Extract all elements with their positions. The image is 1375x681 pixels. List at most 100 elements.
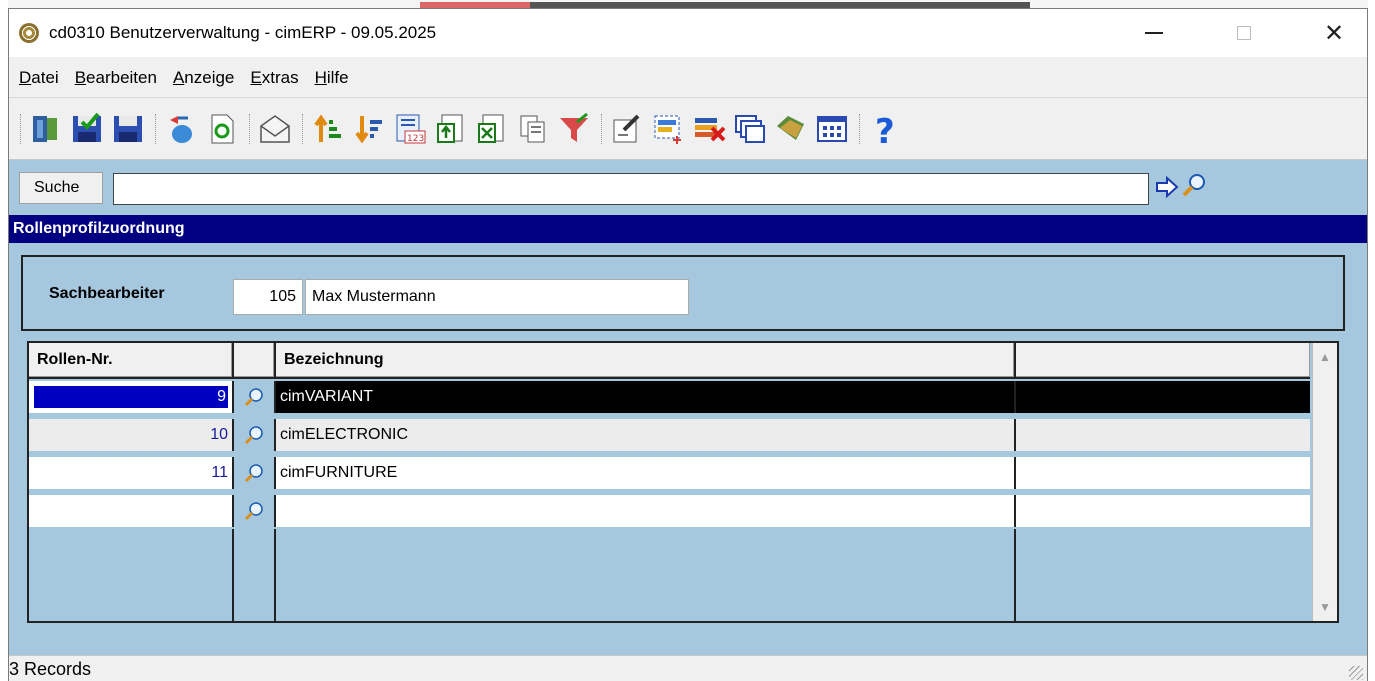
sachbearbeiter-group: Sachbearbeiter 105 Max Mustermann bbox=[21, 255, 1345, 331]
record-count: 3 Records bbox=[9, 658, 92, 679]
windows-button[interactable] bbox=[731, 109, 769, 149]
resize-grip-icon[interactable] bbox=[1349, 666, 1363, 680]
properties-button[interactable] bbox=[608, 109, 646, 149]
mail-icon bbox=[260, 114, 290, 143]
minimize-button[interactable] bbox=[1109, 9, 1199, 57]
magnifier-icon[interactable] bbox=[1181, 172, 1207, 198]
toolbar: 123 ? bbox=[9, 97, 1367, 159]
column-header-bezeichnung[interactable]: Bezeichnung bbox=[276, 343, 1016, 379]
search-go-arrow-icon[interactable] bbox=[1155, 176, 1179, 198]
menu-anzeige[interactable]: Anzeige bbox=[173, 68, 234, 88]
reload-button[interactable] bbox=[203, 109, 241, 149]
table-row[interactable]: 11 cimFURNITURE bbox=[29, 457, 1310, 489]
copy-button[interactable] bbox=[514, 109, 552, 149]
app-window: cd0310 Benutzerverwaltung - cimERP - 09.… bbox=[8, 8, 1368, 681]
menu-hilfe[interactable]: Hilfe bbox=[315, 68, 349, 88]
menu-bar: Datei Bearbeiten Anzeige Extras Hilfe bbox=[9, 59, 1367, 97]
export-button[interactable] bbox=[473, 109, 511, 149]
column-header-rollen-nr[interactable]: Rollen-Nr. bbox=[29, 343, 234, 379]
extra-cell[interactable] bbox=[1016, 495, 1310, 527]
bezeichnung-cell[interactable]: cimELECTRONIC bbox=[276, 419, 1016, 451]
tag-button[interactable] bbox=[772, 109, 810, 149]
select-area-button[interactable] bbox=[649, 109, 687, 149]
menu-bearbeiten[interactable]: Bearbeiten bbox=[75, 68, 157, 88]
extra-cell[interactable] bbox=[1016, 381, 1310, 413]
search-label: Suche bbox=[19, 172, 103, 204]
status-bar: 3 Records bbox=[9, 655, 1367, 681]
close-button[interactable]: ✕ bbox=[1289, 9, 1375, 57]
toolbar-separator bbox=[20, 113, 22, 144]
sachbearbeiter-number-field[interactable]: 105 bbox=[233, 279, 303, 315]
mail-button[interactable] bbox=[256, 109, 294, 149]
minimize-icon bbox=[1145, 32, 1163, 34]
lookup-cell[interactable] bbox=[234, 419, 276, 451]
help-icon: ? bbox=[875, 112, 895, 146]
rollen-nr-cell[interactable]: 9 bbox=[29, 381, 234, 413]
properties-icon bbox=[613, 114, 640, 142]
maximize-button[interactable] bbox=[1199, 9, 1289, 57]
vertical-scrollbar[interactable]: ▲ ▼ bbox=[1312, 343, 1337, 621]
table-row-new[interactable] bbox=[29, 495, 1310, 527]
exit-icon bbox=[33, 115, 57, 142]
help-button[interactable]: ? bbox=[866, 109, 904, 149]
magnifier-icon[interactable] bbox=[244, 425, 264, 445]
toolbar-separator bbox=[155, 113, 157, 144]
svg-text:123: 123 bbox=[407, 134, 424, 144]
window-top-edge bbox=[8, 0, 1368, 8]
magnifier-icon[interactable] bbox=[244, 387, 264, 407]
bezeichnung-cell[interactable]: cimVARIANT bbox=[276, 381, 1016, 413]
content-panel: Sachbearbeiter 105 Max Mustermann Rollen… bbox=[9, 243, 1367, 655]
sachbearbeiter-label: Sachbearbeiter bbox=[49, 285, 165, 302]
svg-text:?: ? bbox=[875, 112, 895, 146]
reload-icon bbox=[211, 114, 234, 143]
save-button[interactable] bbox=[109, 109, 147, 149]
lookup-cell[interactable] bbox=[234, 381, 276, 413]
refresh-db-icon bbox=[170, 115, 192, 143]
rollen-nr-cell[interactable]: 11 bbox=[29, 457, 234, 489]
filter-button[interactable] bbox=[555, 109, 593, 149]
save-close-button[interactable] bbox=[68, 109, 106, 149]
save-icon bbox=[114, 115, 142, 142]
sort-descending-button[interactable] bbox=[350, 109, 388, 149]
app-gear-icon[interactable] bbox=[19, 23, 39, 43]
table-empty-area bbox=[29, 529, 1310, 621]
title-bar[interactable]: cd0310 Benutzerverwaltung - cimERP - 09.… bbox=[9, 9, 1367, 57]
magnifier-icon[interactable] bbox=[244, 501, 264, 521]
tag-icon bbox=[777, 115, 804, 140]
rollen-nr-cell[interactable] bbox=[29, 495, 234, 527]
select-area-icon bbox=[654, 115, 681, 144]
bezeichnung-cell[interactable] bbox=[276, 495, 1016, 527]
table-row[interactable]: 10 cimELECTRONIC bbox=[29, 419, 1310, 451]
empty-column bbox=[234, 529, 276, 621]
number-format-icon: 123 bbox=[396, 114, 426, 144]
bezeichnung-cell[interactable]: cimFURNITURE bbox=[276, 457, 1016, 489]
rollen-nr-cell[interactable]: 10 bbox=[29, 419, 234, 451]
import-button[interactable] bbox=[432, 109, 470, 149]
menu-datei[interactable]: Datei bbox=[19, 68, 59, 88]
sort-ascending-button[interactable] bbox=[309, 109, 347, 149]
refresh-db-button[interactable] bbox=[162, 109, 200, 149]
import-icon bbox=[437, 114, 463, 143]
column-header-extra[interactable] bbox=[1016, 343, 1310, 379]
maximize-icon bbox=[1237, 26, 1251, 40]
extra-cell[interactable] bbox=[1016, 457, 1310, 489]
grid-view-button[interactable] bbox=[813, 109, 851, 149]
column-header-lookup[interactable] bbox=[234, 343, 276, 379]
magnifier-icon[interactable] bbox=[244, 463, 264, 483]
delete-row-button[interactable] bbox=[690, 109, 728, 149]
scroll-down-icon[interactable]: ▼ bbox=[1313, 595, 1337, 619]
table-row[interactable]: 9 cimVARIANT bbox=[29, 381, 1310, 413]
rollen-nr-value[interactable]: 9 bbox=[34, 386, 228, 408]
menu-extras[interactable]: Extras bbox=[250, 68, 298, 88]
extra-cell[interactable] bbox=[1016, 419, 1310, 451]
close-icon: ✕ bbox=[1323, 19, 1345, 47]
lookup-cell[interactable] bbox=[234, 495, 276, 527]
export-icon bbox=[478, 114, 504, 143]
toolbar-separator bbox=[859, 113, 861, 144]
search-input[interactable] bbox=[113, 173, 1149, 205]
lookup-cell[interactable] bbox=[234, 457, 276, 489]
sachbearbeiter-name-field[interactable]: Max Mustermann bbox=[305, 279, 689, 315]
number-format-button[interactable]: 123 bbox=[391, 109, 429, 149]
scroll-up-icon[interactable]: ▲ bbox=[1313, 345, 1337, 369]
exit-button[interactable] bbox=[27, 109, 65, 149]
